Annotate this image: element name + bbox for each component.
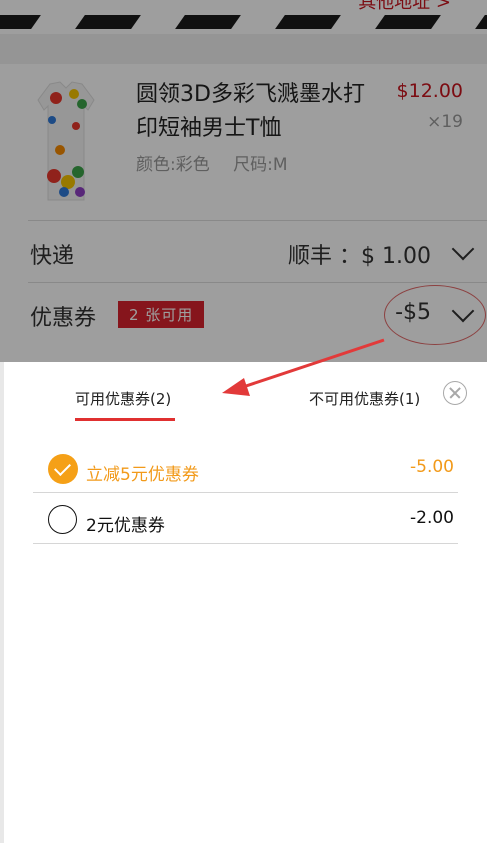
check-circle-icon[interactable]: [48, 454, 78, 484]
tab-unavailable-coupons[interactable]: 不可用优惠券(1): [309, 388, 420, 409]
coupon-sheet: 可用优惠券(2) 不可用优惠券(1) 立减5元优惠券 -5.00 2元优惠券 -…: [4, 362, 487, 843]
coupon-item[interactable]: 2元优惠券 -2.00: [33, 493, 458, 544]
close-icon[interactable]: [443, 381, 467, 405]
order-page: 其他地址 > 圆领3D多彩飞溅墨水打印短袖男士T恤 颜色:彩色 尺码:M $12…: [0, 0, 487, 843]
coupon-name: 2元优惠券: [86, 516, 165, 536]
coupon-amount: -2.00: [410, 508, 454, 528]
overlay-mask[interactable]: [0, 0, 487, 362]
tab-available-coupons[interactable]: 可用优惠券(2): [75, 388, 171, 409]
active-tab-indicator: [75, 418, 175, 421]
radio-circle-icon[interactable]: [48, 505, 77, 534]
coupon-item[interactable]: 立减5元优惠券 -5.00: [33, 442, 458, 493]
coupon-name: 立减5元优惠券: [86, 465, 199, 485]
coupon-amount: -5.00: [410, 457, 454, 477]
